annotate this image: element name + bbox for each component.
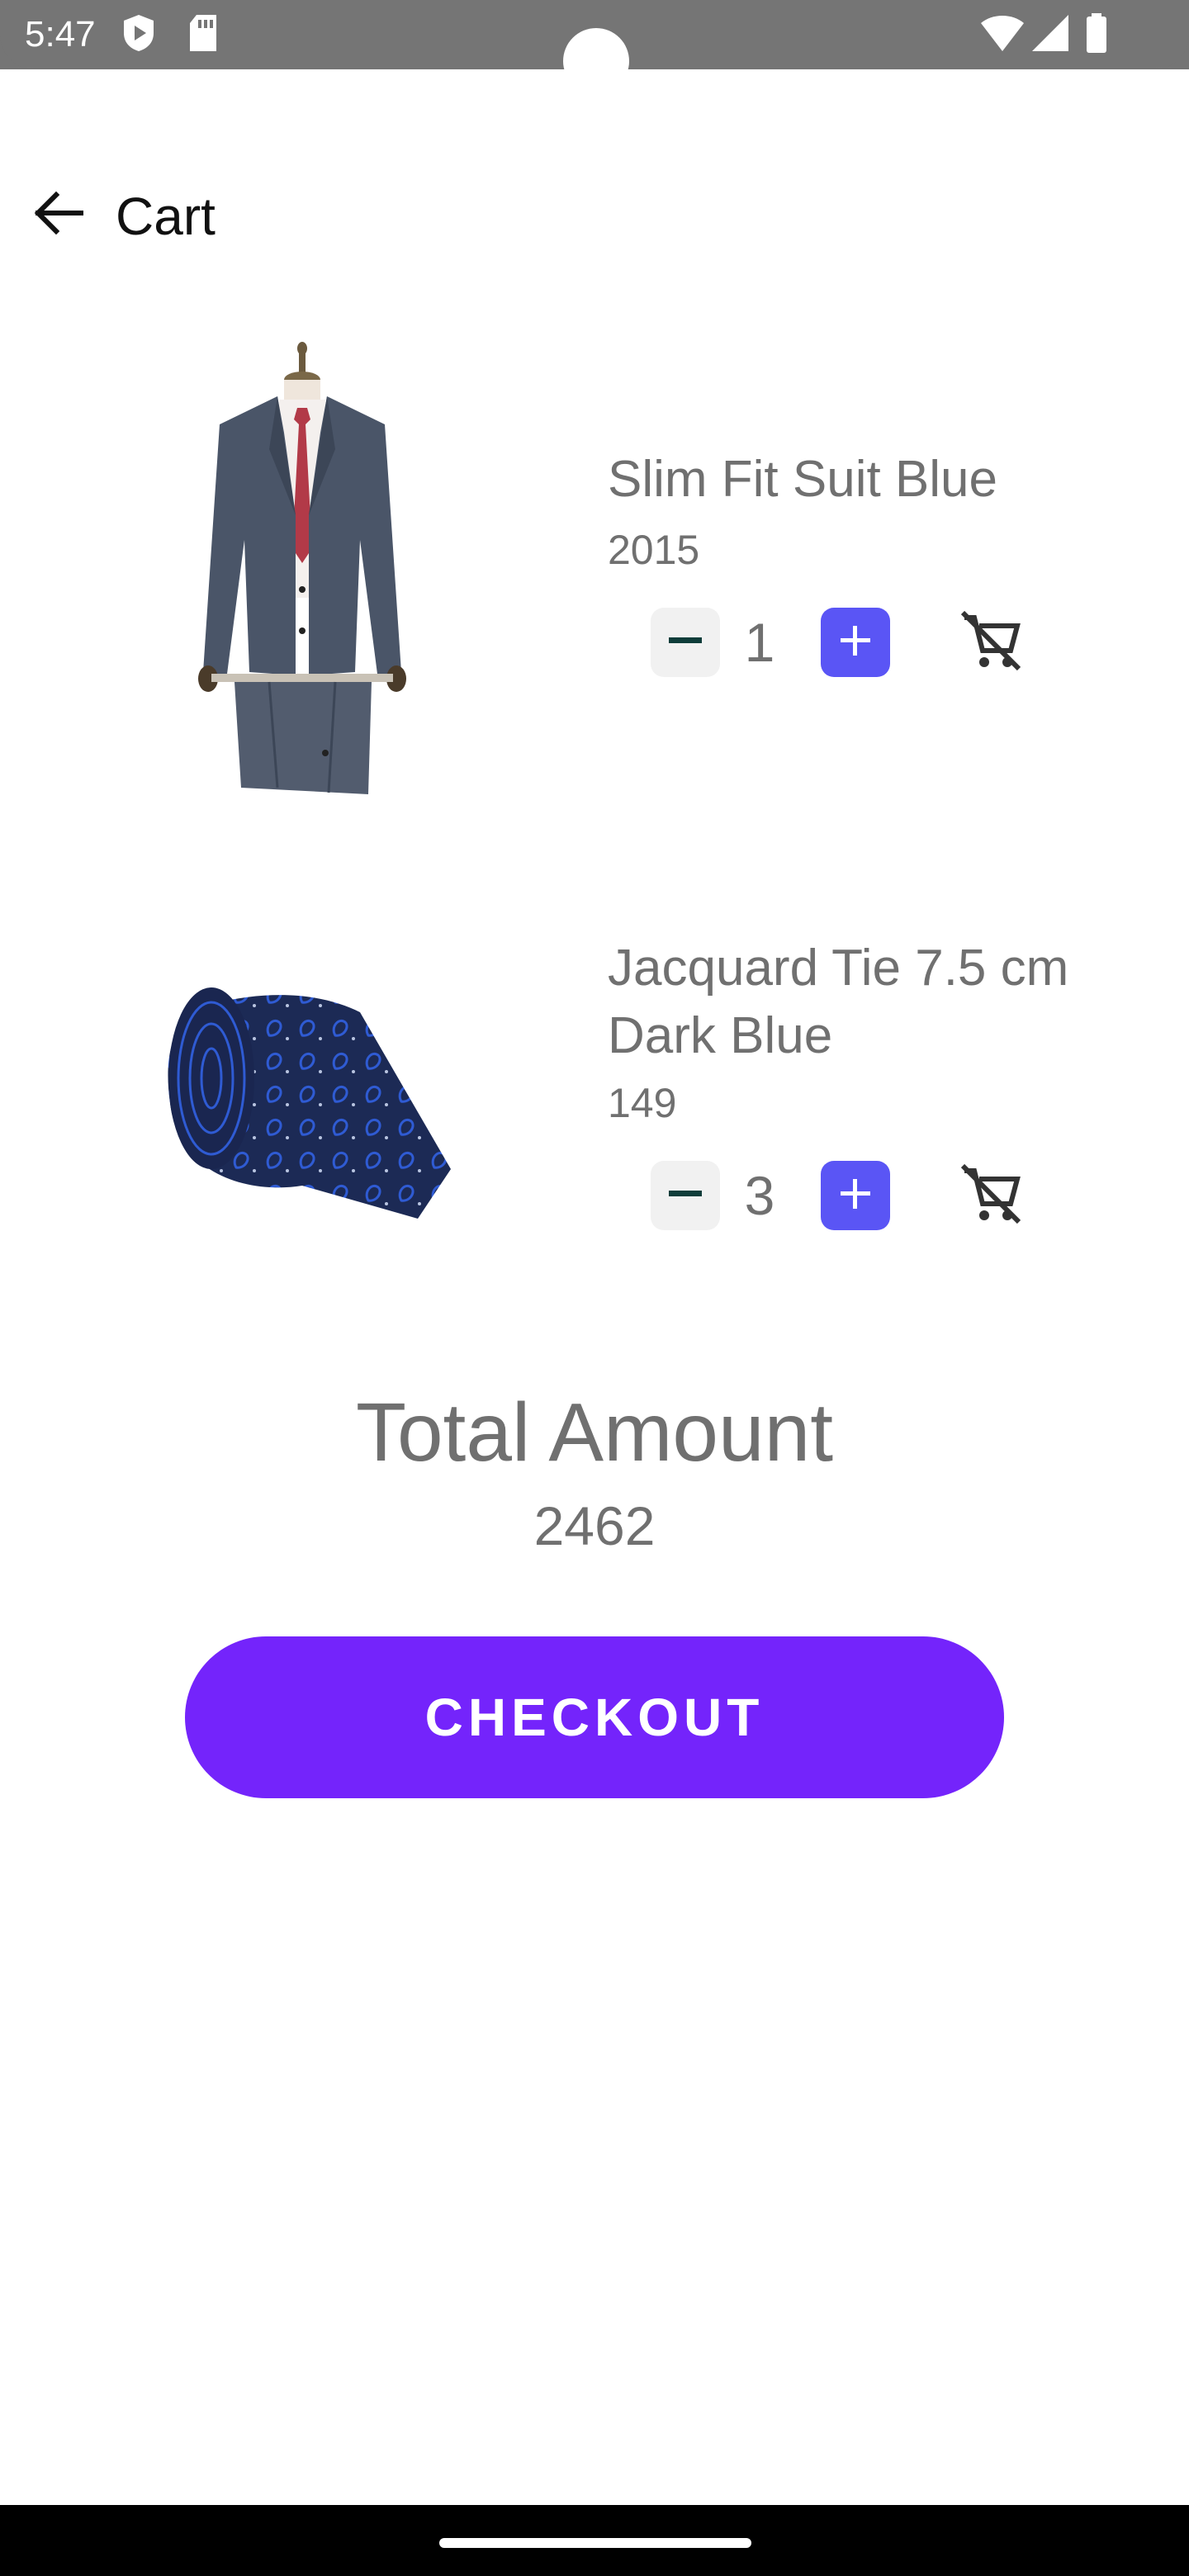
suit-image bbox=[187, 342, 418, 808]
decrease-quantity-button[interactable] bbox=[651, 608, 720, 677]
cart-item: Slim Fit Suit Blue 2015 1 bbox=[0, 330, 1189, 826]
wifi-icon bbox=[979, 13, 1026, 57]
back-button[interactable] bbox=[25, 182, 91, 248]
quantity-stepper: 1 bbox=[651, 608, 1039, 677]
camera-cutout bbox=[563, 28, 629, 94]
home-gesture-handle[interactable] bbox=[439, 2538, 751, 2548]
page-title: Cart bbox=[116, 187, 216, 246]
tie-image bbox=[162, 979, 451, 1231]
item-price: 149 bbox=[608, 1080, 677, 1126]
status-bar: 5:47 bbox=[0, 0, 1189, 94]
item-name: Jacquard Tie 7.5 cm Dark Blue bbox=[608, 940, 1069, 1064]
increase-quantity-button[interactable] bbox=[821, 1161, 890, 1230]
remove-from-cart-button[interactable] bbox=[956, 608, 1026, 677]
app-bar: Cart bbox=[0, 157, 1189, 272]
status-time: 5:47 bbox=[25, 14, 96, 54]
sd-card-icon bbox=[187, 13, 220, 57]
battery-icon bbox=[1085, 13, 1108, 57]
quantity-value: 3 bbox=[744, 1165, 775, 1226]
arrow-back-icon bbox=[31, 190, 84, 240]
checkout-button[interactable]: CHECKOUT bbox=[185, 1636, 1004, 1798]
increase-quantity-button[interactable] bbox=[821, 608, 890, 677]
plus-icon bbox=[837, 1176, 874, 1216]
total-amount-label: Total Amount bbox=[355, 1386, 834, 1479]
remove-shopping-cart-icon bbox=[956, 1159, 1026, 1233]
decrease-quantity-button[interactable] bbox=[651, 1161, 720, 1230]
navigation-bar bbox=[0, 2505, 1189, 2576]
item-price: 2015 bbox=[608, 527, 700, 573]
total-amount-value: 2462 bbox=[533, 1495, 656, 1556]
remove-from-cart-button[interactable] bbox=[956, 1161, 1026, 1230]
quantity-stepper: 3 bbox=[651, 1161, 1039, 1230]
item-name: Slim Fit Suit Blue bbox=[608, 451, 998, 508]
minus-icon bbox=[667, 623, 703, 663]
quantity-value: 1 bbox=[744, 612, 775, 673]
shield-play-icon bbox=[121, 13, 157, 57]
signal-icon bbox=[1030, 13, 1070, 57]
plus-icon bbox=[837, 623, 874, 663]
minus-icon bbox=[667, 1176, 703, 1216]
cart-item: Jacquard Tie 7.5 cm Dark Blue 149 3 bbox=[0, 925, 1189, 1271]
remove-shopping-cart-icon bbox=[956, 606, 1026, 680]
